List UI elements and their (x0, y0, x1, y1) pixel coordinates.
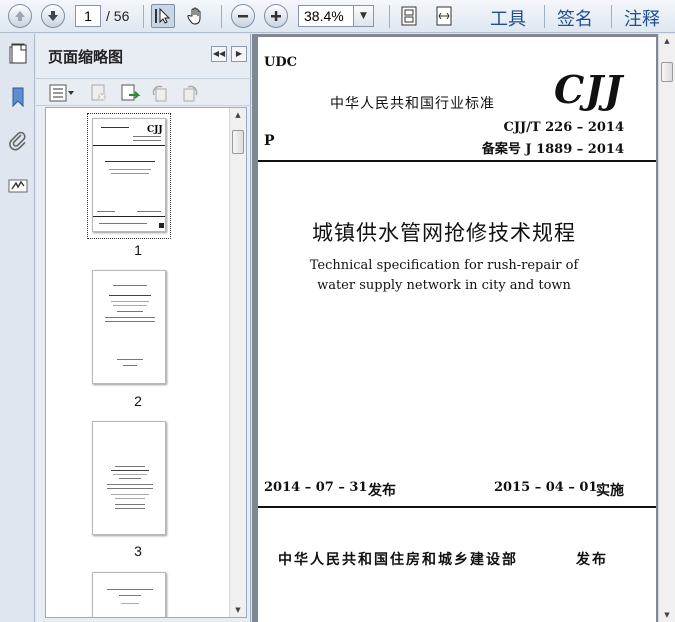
double-chevron-left-icon: ◀◀ (212, 49, 226, 58)
panel-title: 页面缩略图 (48, 48, 124, 66)
issue-date: 2014 – 07 – 31 (264, 480, 368, 495)
chevron-down-icon: ▼ (360, 11, 367, 21)
standard-logo: CJJ (554, 67, 624, 112)
document-view: UDC 中华人民共和国行业标准 CJJ P CJJ/T 226 – 2014 备… (252, 34, 675, 622)
pdf-viewer-window: 1 / 56 38.4% ▼ 工具 签名 注释 页面缩略图 ◀◀ ▶ CJJ 1… (0, 0, 675, 622)
fit-width-button[interactable] (432, 4, 456, 28)
hand-icon (187, 7, 201, 25)
hand-tool-button[interactable] (184, 4, 208, 28)
document-title-cn: 城镇供水管网抢修技术规程 (312, 221, 576, 245)
p-label: P (264, 133, 275, 149)
thumbnail-page-number: 2 (134, 393, 142, 409)
document-page: UDC 中华人民共和国行业标准 CJJ P CJJ/T 226 – 2014 备… (258, 37, 656, 622)
thumbnail-logo: CJJ (147, 125, 163, 135)
delete-page-icon[interactable] (89, 83, 109, 103)
scroll-thumb[interactable] (661, 62, 673, 82)
next-page-button[interactable] (41, 4, 65, 28)
select-tool-button[interactable] (151, 4, 175, 28)
effective-date: 2015 – 04 – 01 (494, 480, 598, 495)
rotate-right-icon[interactable] (180, 83, 200, 103)
fit-page-icon (401, 6, 417, 26)
page-thumbnail-panel-icon (11, 44, 27, 64)
publisher-word: 发布 (576, 552, 608, 568)
record-number: 备案号 J 1889 – 2014 (481, 142, 624, 157)
document-scrollbar[interactable]: ▲ ▼ (658, 34, 675, 622)
cursor-arrow-icon (155, 7, 171, 24)
rotate-left-icon[interactable] (150, 83, 170, 103)
menu-sign[interactable]: 签名 (557, 5, 593, 31)
thumbnail-scrollbar[interactable]: ▲ ▼ (229, 108, 246, 617)
page-number-input[interactable]: 1 (75, 5, 101, 27)
signature-icon[interactable] (7, 174, 29, 196)
chevron-right-icon: ▶ (235, 49, 243, 58)
menu-comment[interactable]: 注释 (624, 5, 660, 31)
options-menu-icon[interactable] (49, 84, 75, 102)
page-thumbnail[interactable] (92, 270, 166, 384)
menu-tools[interactable]: 工具 (490, 5, 526, 31)
page-thumbnail[interactable] (92, 572, 166, 617)
collapse-panel-button[interactable]: ◀◀ (211, 46, 227, 62)
thumbnail-page-number: 1 (134, 242, 142, 258)
toolbar-divider (143, 5, 144, 28)
scroll-up-icon[interactable]: ▲ (230, 108, 246, 122)
header-rule (258, 160, 656, 162)
thumbnail-list[interactable]: CJJ 1 2 3 ▲ ▼ (45, 107, 247, 618)
plus-icon (271, 11, 281, 21)
document-title-en-line1: Technical specification for rush-repair … (309, 258, 579, 273)
zoom-level-input[interactable]: 38.4% (298, 5, 354, 27)
zoom-dropdown-button[interactable]: ▼ (354, 5, 374, 27)
udc-label: UDC (264, 55, 297, 70)
fit-width-icon (436, 6, 452, 26)
scroll-up-icon[interactable]: ▲ (659, 34, 675, 48)
toolbar-divider (389, 5, 390, 28)
effective-word: 实施 (596, 483, 624, 499)
navigation-icon-strip (0, 34, 35, 622)
attachment-icon[interactable] (7, 130, 29, 152)
panel-options-button[interactable]: ▶ (231, 46, 247, 62)
fit-page-button[interactable] (397, 4, 421, 28)
arrow-down-icon (48, 11, 58, 21)
issue-word: 发布 (368, 483, 396, 499)
extract-page-icon[interactable] (120, 83, 142, 103)
thumbnail-panel: 页面缩略图 ◀◀ ▶ CJJ 1 2 3 ▲ ▼ (11, 34, 251, 622)
toolbar-divider (544, 5, 545, 28)
scroll-thumb[interactable] (232, 130, 244, 154)
thumbnail-toolbar (36, 78, 251, 106)
standard-number: CJJ/T 226 – 2014 (503, 120, 624, 135)
footer-rule (258, 506, 656, 508)
toolbar-divider (221, 5, 222, 28)
zoom-out-button[interactable] (231, 4, 255, 28)
toolbar-divider (611, 5, 612, 28)
scroll-down-icon[interactable]: ▼ (230, 603, 246, 617)
page-thumbnail[interactable]: CJJ (92, 118, 166, 232)
industry-standard-label: 中华人民共和国行业标准 (330, 96, 495, 112)
zoom-in-button[interactable] (264, 4, 288, 28)
toolbar: 1 / 56 38.4% ▼ 工具 签名 注释 (0, 0, 675, 33)
arrow-up-icon (15, 11, 25, 21)
minus-icon (238, 15, 248, 18)
scroll-down-icon[interactable]: ▼ (659, 608, 675, 622)
page-thumbnail[interactable] (92, 421, 166, 535)
page-total-label: / 56 (106, 8, 130, 24)
bookmark-icon[interactable] (7, 86, 29, 108)
publisher-label: 中华人民共和国住房和城乡建设部 (278, 552, 518, 568)
thumbnail-page-number: 3 (134, 543, 142, 559)
previous-page-button[interactable] (8, 4, 32, 28)
document-title-en-line2: water supply network in city and town (317, 278, 571, 293)
